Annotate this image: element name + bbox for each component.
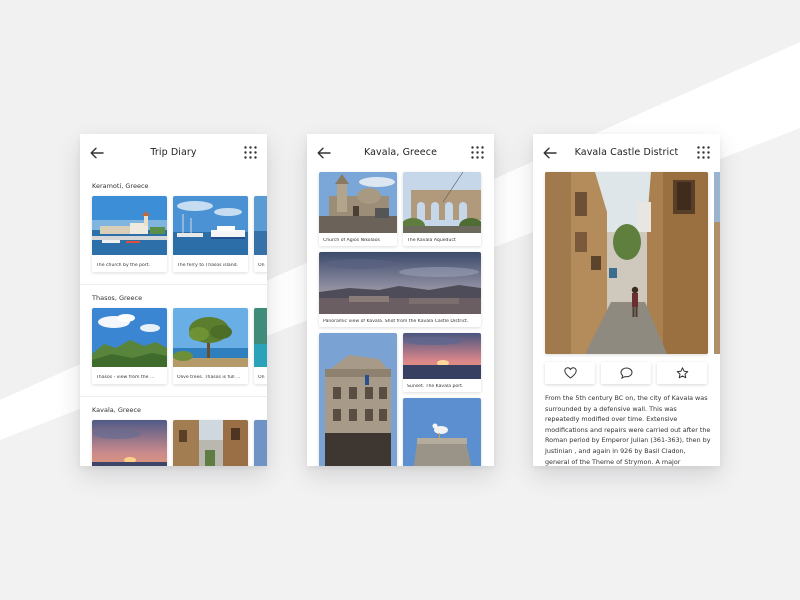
photo-row: The church by the port. The ferry to Tha… xyxy=(92,196,267,272)
photo-panorama xyxy=(319,252,481,314)
trip-diary-screen: Trip Diary Keramoti, Greece The church b… xyxy=(80,134,267,466)
arrow-left-icon[interactable] xyxy=(90,147,104,159)
photo-partial xyxy=(254,196,267,255)
section-label: Thasos, Greece xyxy=(92,294,143,302)
photo-card-gull[interactable] xyxy=(403,398,481,466)
photo-card[interactable] xyxy=(92,420,167,466)
photo-card-sunset[interactable]: Sunset. The Kavala port. xyxy=(403,333,481,392)
grid-dots-icon[interactable] xyxy=(697,146,710,159)
kavala-screen: Kavala, Greece Church of Agios Nikolaos xyxy=(307,134,494,466)
heart-icon xyxy=(563,367,577,379)
article-text: From the 5th century BC on, the city of … xyxy=(545,394,711,466)
divider xyxy=(80,396,267,397)
castle-district-screen: Kavala Castle District From the 5th cent… xyxy=(533,134,720,466)
photo-sunset xyxy=(403,333,481,379)
photo-card[interactable]: On xyxy=(254,196,267,272)
section-label: Kavala, Greece xyxy=(92,406,142,414)
top-bar: Trip Diary xyxy=(80,134,267,172)
photo-caption: Church of Agios Nikolaos xyxy=(323,238,380,243)
page-title: Trip Diary xyxy=(150,147,197,158)
photo-card[interactable]: On xyxy=(254,308,267,384)
photo-row: Thasos - view from the ... Olive trees. … xyxy=(92,308,267,384)
arrow-left-icon[interactable] xyxy=(317,147,331,159)
photo-aqueduct xyxy=(403,172,481,233)
photo-church xyxy=(319,172,397,233)
photo-thasos-view xyxy=(92,308,167,367)
photo-card-panorama[interactable]: Panoramic view of Kavala. Shot from the … xyxy=(319,252,481,327)
like-button[interactable] xyxy=(545,362,595,384)
photo-card[interactable]: The church by the port. xyxy=(92,196,167,272)
photo-ferry xyxy=(173,196,248,255)
photo-card-building[interactable] xyxy=(319,333,397,466)
photo-card-church[interactable]: Church of Agios Nikolaos xyxy=(319,172,397,246)
photo-castle-alley xyxy=(173,420,248,466)
comment-icon xyxy=(619,367,633,379)
top-bar: Kavala Castle District xyxy=(533,134,720,172)
page-title: Kavala Castle District xyxy=(574,147,679,158)
photo-caption: Olive trees. Thasos is full ... xyxy=(177,375,241,380)
photo-castle-alley xyxy=(545,172,708,354)
photo-caption: On xyxy=(258,375,265,380)
section-label: Keramoti, Greece xyxy=(92,182,149,190)
photo-caption: The Kavala Aqueduct xyxy=(407,238,456,243)
photo-partial xyxy=(254,308,267,367)
photo-caption: Panoramic view of Kavala. Shot from the … xyxy=(323,319,469,324)
photo-caption: Thasos - view from the ... xyxy=(96,375,155,380)
photo-partial xyxy=(254,420,267,466)
favorite-button[interactable] xyxy=(657,362,707,384)
photo-olive-trees xyxy=(173,308,248,367)
photo-kavala-sunset xyxy=(92,420,167,466)
page-title: Kavala, Greece xyxy=(363,147,438,158)
divider xyxy=(80,284,267,285)
photo-card[interactable]: Thasos - view from the ... xyxy=(92,308,167,384)
arrow-left-icon[interactable] xyxy=(543,147,557,159)
star-icon xyxy=(676,367,688,379)
photo-building xyxy=(319,333,397,466)
next-photo-peek[interactable] xyxy=(714,172,720,354)
comment-button[interactable] xyxy=(601,362,651,384)
photo-card[interactable] xyxy=(254,420,267,466)
photo-card[interactable]: Olive trees. Thasos is full ... xyxy=(173,308,248,384)
photo-card-aqueduct[interactable]: The Kavala Aqueduct xyxy=(403,172,481,246)
photo-church-port xyxy=(92,196,167,255)
top-bar: Kavala, Greece xyxy=(307,134,494,172)
hero-photo[interactable] xyxy=(545,172,708,354)
grid-dots-icon[interactable] xyxy=(244,146,257,159)
photo-row xyxy=(92,420,267,466)
photo-caption: On xyxy=(258,263,265,268)
photo-next xyxy=(714,172,720,354)
photo-caption: The ferry to Thasos island. xyxy=(177,263,239,268)
grid-dots-icon[interactable] xyxy=(471,146,484,159)
photo-seagull xyxy=(403,398,481,466)
photo-card[interactable]: The ferry to Thasos island. xyxy=(173,196,248,272)
photo-caption: Sunset. The Kavala port. xyxy=(407,384,464,389)
photo-card[interactable] xyxy=(173,420,248,466)
photo-caption: The church by the port. xyxy=(96,263,151,268)
